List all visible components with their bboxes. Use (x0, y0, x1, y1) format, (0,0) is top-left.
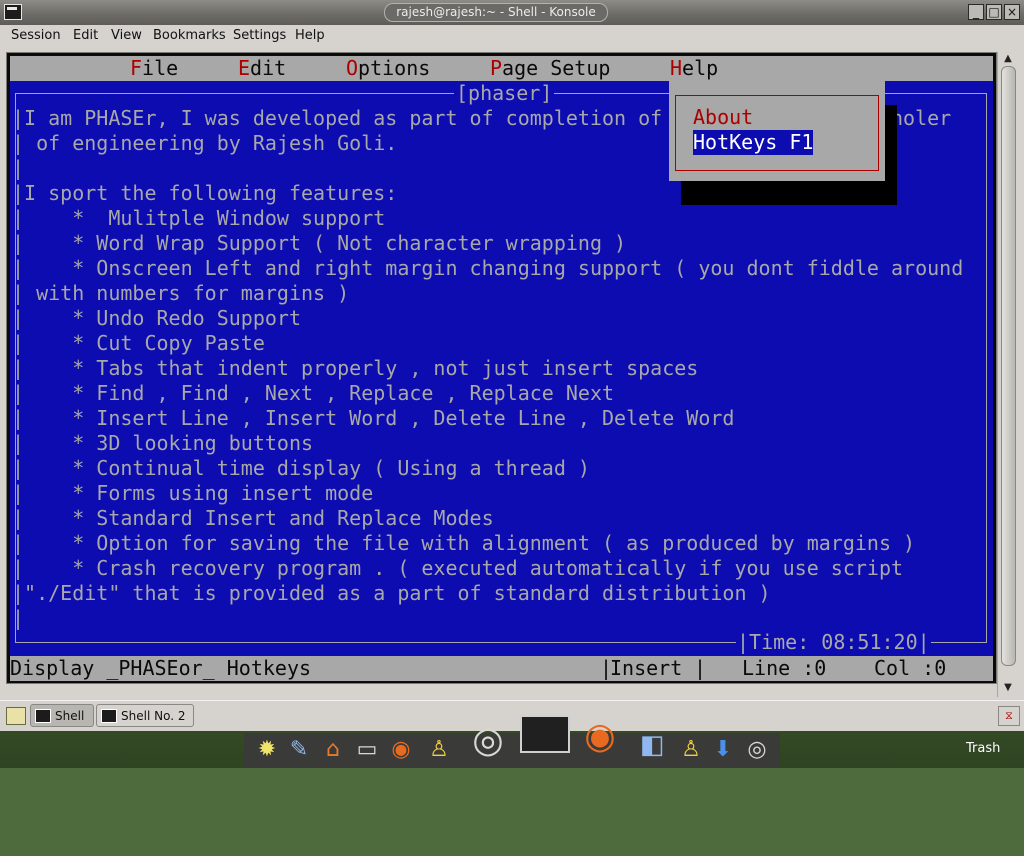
phaser-menu-file[interactable]: File (130, 56, 178, 81)
status-hotkeys: Display _PHASEor_ Hotkeys (10, 656, 312, 680)
help-menu-about[interactable]: About (693, 105, 753, 130)
editor-line: | * Word Wrap Support ( Not character wr… (12, 231, 627, 255)
menu-help[interactable]: Help (295, 28, 325, 43)
scroll-down-icon[interactable]: ▼ (1001, 682, 1015, 694)
firefox-icon[interactable]: ◉ (388, 736, 414, 764)
vertical-scrollbar[interactable]: ▲ ▼ (997, 52, 1018, 697)
phaser-menu-options[interactable]: Options (346, 56, 430, 81)
app-dock: ✹ ✎ ⌂ ▭ ◉ ♙ ◎ ◉ ◧ ♙ ⬇ ◎ (244, 715, 780, 768)
editor-line: | * Undo Redo Support (12, 306, 301, 330)
phaser-menu-page-setup[interactable]: Page Setup (490, 56, 610, 81)
phaser-menu-edit[interactable]: Edit (238, 56, 286, 81)
editor-line: | * Cut Copy Paste (12, 331, 265, 355)
editor-line: | * Mulitple Window support (12, 206, 386, 230)
editor-line: | * Crash recovery program . ( executed … (12, 556, 904, 580)
editor-line: |"./Edit" that is provided as a part of … (12, 581, 771, 605)
menu-edit[interactable]: Edit (73, 28, 98, 43)
scroll-thumb[interactable] (1001, 66, 1016, 666)
cd-icon[interactable]: ◎ (466, 723, 510, 759)
minimize-icon[interactable]: _ (968, 4, 984, 20)
home-icon[interactable]: ⌂ (320, 736, 346, 764)
window-title: rajesh@rajesh:~ - Shell - Konsole (384, 3, 608, 22)
files-icon[interactable]: ◧ (634, 731, 670, 759)
terminal-large-icon[interactable] (520, 715, 570, 753)
terminal-icon[interactable]: ▭ (354, 736, 380, 764)
status-bar: Display _PHASEor_ Hotkeys | Insert | Lin… (10, 656, 993, 681)
close-icon[interactable]: × (1004, 4, 1020, 20)
task-shell-2[interactable]: Shell No. 2 (96, 704, 194, 727)
editor-line: | * Option for saving the file with alig… (12, 531, 916, 555)
editor-icon[interactable]: ✎ (286, 736, 312, 764)
terminal-area[interactable]: File Edit Options Page Setup Help [phase… (6, 52, 997, 684)
status-col: Col :0 (874, 656, 947, 680)
title-bar[interactable]: rajesh@rajesh:~ - Shell - Konsole _ □ × (0, 0, 1024, 25)
status-mode: Insert (610, 656, 683, 680)
phaser-menubar: File Edit Options Page Setup Help (10, 56, 993, 81)
terminal-icon (101, 709, 117, 723)
help-menu-hotkeys[interactable]: HotKeys F1 (693, 130, 814, 155)
editor-line: | * Continual time display ( Using a thr… (12, 456, 590, 480)
download-icon[interactable]: ⬇ (710, 736, 736, 764)
konsole-menubar: Session Edit View Bookmarks Settings Hel… (0, 25, 1024, 47)
editor-line: | * Find , Find , Next , Replace , Repla… (12, 381, 615, 405)
tray-icon[interactable]: ⧖ (998, 706, 1020, 726)
task-shell[interactable]: Shell (30, 704, 94, 727)
time-display: |Time: 08:51:20| (736, 630, 931, 655)
editor-line: | with numbers for margins ) (12, 281, 350, 305)
menu-view[interactable]: View (111, 28, 142, 43)
status-line: Line :0 (742, 656, 827, 680)
menu-settings[interactable]: Settings (233, 28, 286, 43)
frame-right-border (986, 93, 987, 642)
editor-line: | * Insert Line , Insert Word , Delete L… (12, 406, 735, 430)
editor-line: | * 3D looking buttons (12, 431, 314, 455)
editor-line: | (12, 606, 25, 630)
phaser-menu-help[interactable]: Help (670, 56, 718, 81)
user-icon[interactable]: ♙ (426, 736, 452, 764)
settings-icon[interactable]: ✹ (254, 736, 280, 764)
taskbar: Shell Shell No. 2 ⧖ (0, 700, 1024, 731)
firefox-large-icon[interactable]: ◉ (578, 719, 622, 755)
desktop-switch-icon[interactable] (6, 707, 26, 725)
scroll-up-icon[interactable]: ▲ (1001, 53, 1015, 65)
maximize-icon[interactable]: □ (986, 4, 1002, 20)
buffer-title: [phaser] (454, 81, 555, 106)
help-menu: About HotKeys F1 (669, 81, 885, 181)
terminal-app-icon[interactable] (4, 4, 22, 20)
terminal-icon (35, 709, 51, 723)
status-separator-2: | (694, 656, 707, 680)
user-small-icon[interactable]: ♙ (678, 736, 704, 764)
editor-line: | * Tabs that indent properly , not just… (12, 356, 699, 380)
menu-bookmarks[interactable]: Bookmarks (153, 28, 226, 43)
cd-small-icon[interactable]: ◎ (744, 736, 770, 764)
editor-line: | * Forms using insert mode (12, 481, 374, 505)
trash-label[interactable]: Trash (966, 741, 1000, 756)
menu-session[interactable]: Session (11, 28, 61, 43)
editor-line: | * Onscreen Left and right margin chang… (12, 256, 964, 280)
editor-line: | * Standard Insert and Replace Modes (12, 506, 494, 530)
